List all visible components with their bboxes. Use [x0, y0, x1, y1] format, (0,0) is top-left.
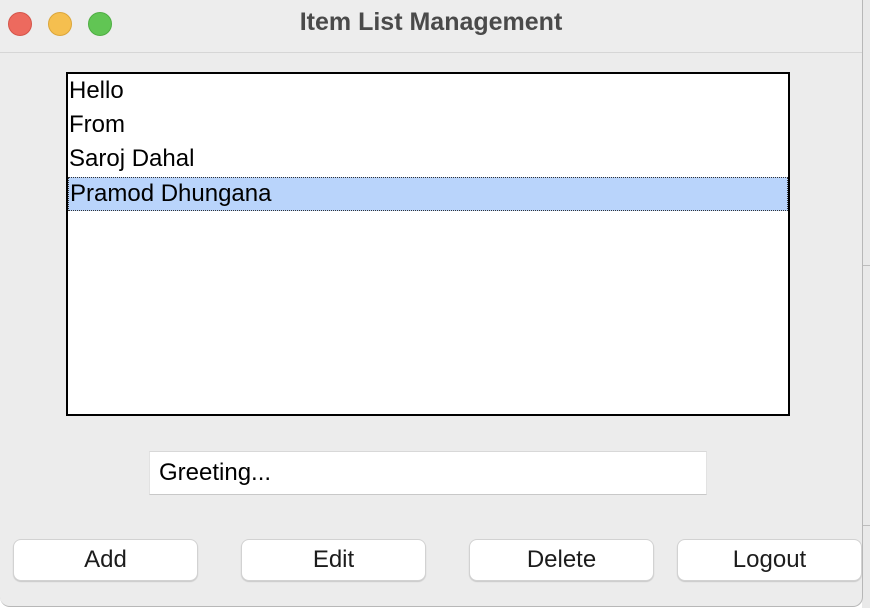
desktop-divider: [862, 265, 870, 266]
list-item-selected[interactable]: Pramod Dhungana: [68, 177, 788, 211]
item-entry-field[interactable]: Greeting...: [149, 451, 707, 495]
app-window: Item List Management Hello From Saroj Da…: [0, 0, 863, 607]
item-listbox[interactable]: Hello From Saroj Dahal Pramod Dhungana: [66, 72, 790, 416]
title-bar: Item List Management: [0, 0, 862, 53]
add-button[interactable]: Add: [13, 539, 198, 581]
logout-button[interactable]: Logout: [677, 539, 862, 581]
window-title: Item List Management: [299, 8, 563, 36]
list-item[interactable]: From: [68, 108, 788, 142]
list-item[interactable]: Saroj Dahal: [68, 142, 788, 176]
list-item[interactable]: Hello: [68, 74, 788, 108]
edit-button[interactable]: Edit: [241, 539, 426, 581]
desktop-divider: [862, 525, 870, 526]
delete-button[interactable]: Delete: [469, 539, 654, 581]
desktop-background: [862, 0, 870, 608]
